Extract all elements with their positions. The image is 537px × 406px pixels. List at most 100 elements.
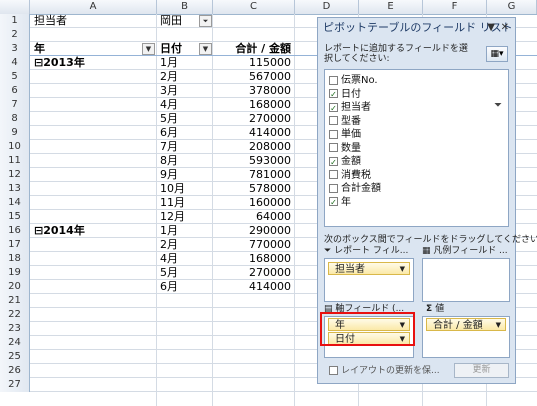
column-header-a[interactable]: A — [30, 0, 157, 14]
cell-b[interactable]: 5月 — [157, 112, 212, 125]
cell-a[interactable] — [31, 28, 156, 41]
row-number[interactable]: 24 — [0, 336, 30, 350]
cell-c[interactable]: 168000 — [213, 98, 294, 111]
row-number[interactable]: 9 — [0, 126, 30, 140]
column-header-c[interactable]: C — [213, 0, 295, 14]
cell-b[interactable] — [157, 364, 212, 377]
field-checkbox[interactable]: ✓ — [329, 102, 338, 113]
cell-b[interactable]: 6月 — [157, 126, 212, 139]
field-item[interactable]: 数量 — [329, 142, 361, 155]
filter-funnel-icon[interactable]: ⏷ — [199, 15, 212, 27]
field-checkbox[interactable]: ✓ — [329, 89, 338, 99]
cell-c[interactable] — [213, 322, 294, 335]
row-number[interactable]: 25 — [0, 350, 30, 364]
row-number[interactable]: 11 — [0, 154, 30, 168]
row-number[interactable]: 16 — [0, 224, 30, 238]
cell-b[interactable] — [157, 322, 212, 335]
panel-titlebar[interactable]: ピボットテーブルのフィールド リスト ▼ ✕ — [318, 18, 515, 38]
chevron-down-icon[interactable]: ▼ — [400, 263, 405, 276]
cell-c[interactable]: 414000 — [213, 126, 294, 139]
cell-c[interactable] — [213, 14, 294, 27]
cell-c[interactable]: 168000 — [213, 252, 294, 265]
row-number[interactable]: 23 — [0, 322, 30, 336]
row-number[interactable]: 14 — [0, 196, 30, 210]
panel-menu-arrow-icon[interactable]: ▼ — [487, 18, 495, 38]
field-item[interactable]: ✓ 日付 — [329, 88, 361, 101]
cell-a[interactable] — [31, 70, 156, 83]
row-number[interactable]: 18 — [0, 252, 30, 266]
cell-a[interactable] — [31, 182, 156, 195]
cell-b[interactable]: 1月 — [157, 56, 212, 69]
cell-c[interactable]: 378000 — [213, 84, 294, 97]
cell-b[interactable]: 3月 — [157, 84, 212, 97]
cell-b[interactable] — [157, 336, 212, 349]
cell-a[interactable] — [31, 140, 156, 153]
cell-a[interactable]: ⊟2014年 — [31, 224, 156, 237]
row-number[interactable]: 2 — [0, 28, 30, 42]
field-item[interactable]: ✓ 担当者 — [329, 101, 371, 114]
date-field-dropdown-icon[interactable]: ▼ — [199, 43, 212, 55]
row-number[interactable]: 20 — [0, 280, 30, 294]
cell-a[interactable] — [31, 126, 156, 139]
cell-b[interactable]: 11月 — [157, 196, 212, 209]
update-button[interactable]: 更新 — [454, 363, 509, 378]
cell-a[interactable] — [31, 336, 156, 349]
cell-c[interactable]: 合計 / 金額 — [213, 42, 294, 55]
column-header-b[interactable]: B — [157, 0, 213, 14]
row-number[interactable]: 6 — [0, 84, 30, 98]
cell-a[interactable] — [31, 378, 156, 391]
values-area[interactable]: 合計 / 金額 ▼ — [422, 316, 510, 358]
row-number[interactable]: 26 — [0, 364, 30, 378]
field-item[interactable]: 伝票No. — [329, 74, 378, 87]
cell-a[interactable] — [31, 364, 156, 377]
cell-c[interactable]: 270000 — [213, 266, 294, 279]
field-checkbox[interactable]: ✓ — [329, 156, 338, 167]
cell-c[interactable]: 593000 — [213, 154, 294, 167]
cell-b[interactable]: 2月 — [157, 70, 212, 83]
column-header-e[interactable]: E — [359, 0, 423, 14]
row-number[interactable]: 21 — [0, 294, 30, 308]
cell-c[interactable]: 414000 — [213, 280, 294, 293]
cell-a[interactable] — [31, 252, 156, 265]
field-checkbox[interactable] — [329, 129, 338, 139]
field-checkbox[interactable] — [329, 75, 338, 85]
row-number[interactable]: 5 — [0, 70, 30, 84]
cell-a[interactable]: ⊟2013年 — [31, 56, 156, 69]
column-header-d[interactable]: D — [295, 0, 359, 14]
cell-a[interactable] — [31, 196, 156, 209]
cell-c[interactable]: 578000 — [213, 182, 294, 195]
field-item[interactable]: 型番 — [329, 115, 361, 128]
row-number[interactable]: 15 — [0, 210, 30, 224]
row-number[interactable]: 8 — [0, 112, 30, 126]
column-labels-area[interactable] — [422, 258, 510, 302]
cell-b[interactable]: 7月 — [157, 140, 212, 153]
cell-a[interactable] — [31, 168, 156, 181]
cell-a[interactable] — [31, 266, 156, 279]
row-number[interactable]: 22 — [0, 308, 30, 322]
cell-c[interactable]: 290000 — [213, 224, 294, 237]
defer-update-option[interactable]: レイアウトの更新を保... — [329, 364, 440, 378]
cell-a[interactable]: 担当者 — [31, 14, 156, 27]
column-header-f[interactable]: F — [423, 0, 487, 14]
cell-c[interactable]: 770000 — [213, 238, 294, 251]
cell-c[interactable]: 160000 — [213, 196, 294, 209]
cell-b[interactable]: 12月 — [157, 210, 212, 223]
cell-a[interactable]: 年 — [31, 42, 156, 55]
cell-b[interactable] — [157, 378, 212, 391]
cell-c[interactable] — [213, 350, 294, 363]
cell-a[interactable] — [31, 210, 156, 223]
cell-c[interactable] — [213, 364, 294, 377]
report-filter-area[interactable]: 担当者 ▼ — [324, 258, 414, 302]
row-number[interactable]: 7 — [0, 98, 30, 112]
row-number[interactable]: 27 — [0, 378, 30, 392]
cell-b[interactable]: 10月 — [157, 182, 212, 195]
cell-a[interactable] — [31, 308, 156, 321]
row-number[interactable]: 4 — [0, 56, 30, 70]
field-checkbox[interactable] — [329, 183, 338, 193]
cell-c[interactable]: 270000 — [213, 112, 294, 125]
row-number[interactable]: 10 — [0, 140, 30, 154]
row-field-dropdown-icon[interactable]: ▼ — [142, 43, 155, 55]
cell-b[interactable]: 2月 — [157, 238, 212, 251]
cell-b[interactable]: 4月 — [157, 98, 212, 111]
cell-a[interactable] — [31, 350, 156, 363]
